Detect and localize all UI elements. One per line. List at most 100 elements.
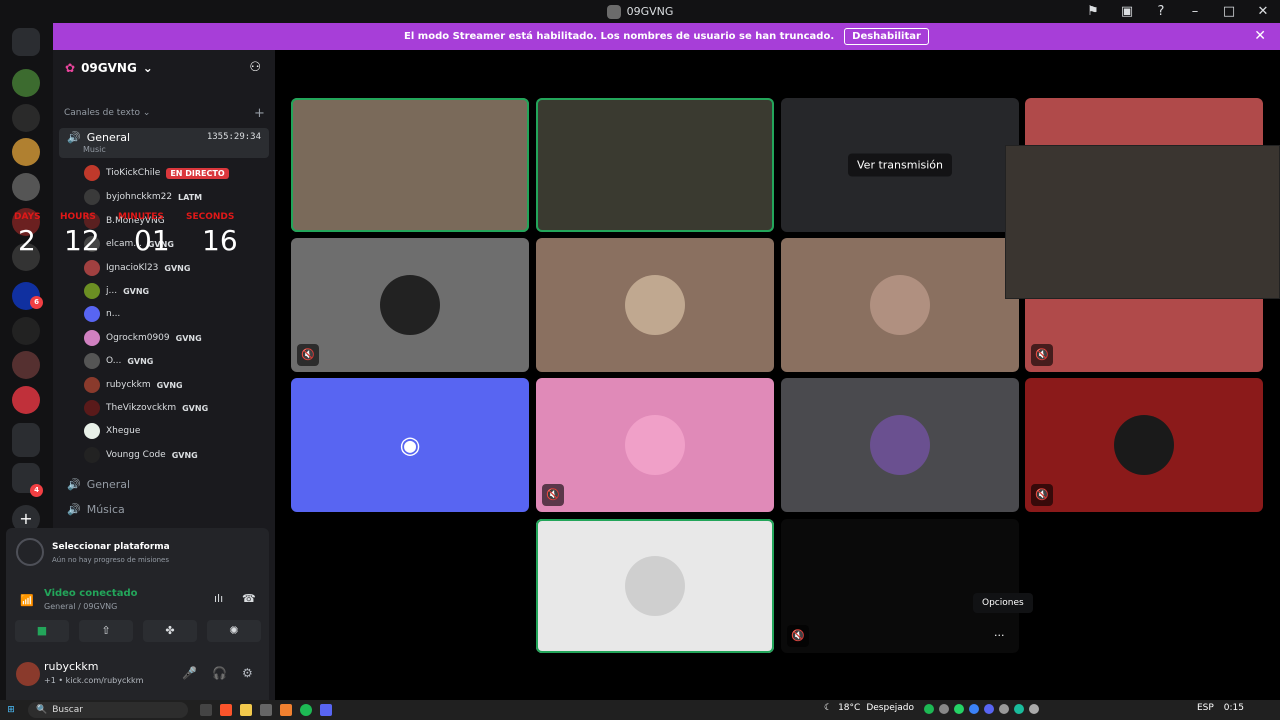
voice-member[interactable]: O... GVNG [84, 350, 272, 372]
more-options-icon[interactable]: ··· [994, 629, 1005, 642]
avatar[interactable] [16, 662, 40, 686]
voice-channel-general[interactable]: 🔊 General 1355:29:34 Music [59, 128, 269, 158]
picture-in-picture-video[interactable] [1005, 145, 1280, 299]
voice-member[interactable]: Ogrockm0909 GVNG [84, 327, 272, 349]
server-icon[interactable] [12, 173, 40, 201]
moon-icon: ☾ [824, 703, 833, 713]
video-tile[interactable] [536, 519, 774, 653]
server-badge-icon: ✿ [65, 61, 76, 75]
voice-member[interactable]: TioKickChile EN DIRECTO [84, 162, 272, 184]
tray-icon[interactable] [969, 704, 979, 714]
server-folder[interactable] [12, 423, 40, 457]
system-clock[interactable]: ESP 0:15 [1197, 703, 1244, 713]
invite-icon[interactable]: ⚇ [249, 60, 261, 75]
server-icon[interactable] [12, 351, 40, 379]
add-channel-icon[interactable]: + [254, 106, 265, 121]
video-tile[interactable] [781, 378, 1019, 512]
app-icon[interactable] [280, 704, 292, 716]
screen-share-button[interactable]: ⇧ [79, 620, 133, 642]
spotify-icon[interactable] [300, 704, 312, 716]
deafened-icon: 🔇 [1031, 344, 1053, 366]
tray-icon[interactable] [954, 704, 964, 714]
avatar [625, 275, 685, 335]
avatar [84, 447, 100, 463]
voice-member[interactable]: TheVikzovckkm GVNG [84, 397, 272, 419]
server-name: 09GVNG [81, 61, 137, 75]
avatar [625, 556, 685, 616]
microphone-icon[interactable]: 🎤 [182, 666, 197, 680]
avatar [84, 377, 100, 393]
server-icon[interactable] [12, 386, 40, 414]
brave-icon[interactable] [220, 704, 232, 716]
video-tile[interactable]: 🔇 [536, 378, 774, 512]
voice-member[interactable]: byjohnckkm22 LATM [84, 186, 272, 208]
server-icon[interactable] [12, 317, 40, 345]
voice-member[interactable]: elcam... GVNG [84, 233, 272, 255]
watch-stream-button[interactable]: Ver transmisión [848, 153, 952, 177]
voice-member[interactable]: B.MoneyVNG [84, 210, 272, 232]
stream-tile[interactable]: Ver transmisión [781, 98, 1019, 232]
discord-icon[interactable] [320, 704, 332, 716]
server-header[interactable]: ✿ 09GVNG ⌄ ⚇ [53, 50, 275, 86]
tray-icon[interactable] [1014, 704, 1024, 714]
server-icon[interactable] [12, 138, 40, 166]
help-icon[interactable]: ? [1144, 4, 1178, 19]
maximize-button[interactable]: □ [1212, 4, 1246, 19]
avatar [84, 165, 100, 181]
voice-member[interactable]: Xhegue [84, 420, 272, 442]
video-tile[interactable]: 🔇 [291, 238, 529, 372]
taskbar-search[interactable]: 🔍 Buscar [28, 702, 188, 718]
disconnect-icon[interactable]: ☎ [242, 592, 256, 605]
soundboard-button[interactable]: ✺ [207, 620, 261, 642]
video-tile[interactable] [781, 238, 1019, 372]
minimize-button[interactable]: – [1178, 4, 1212, 19]
video-tile[interactable] [291, 98, 529, 232]
server-icon[interactable] [12, 69, 40, 97]
noise-suppression-icon[interactable]: ılı [214, 592, 223, 605]
voice-member[interactable]: j... GVNG [84, 280, 272, 302]
inbox-icon[interactable]: ⚑ [1076, 4, 1110, 19]
channel-activity: Music [83, 145, 106, 154]
quest-panel[interactable]: Seleccionar plataforma Aún no hay progre… [6, 528, 269, 578]
tray-icon[interactable] [999, 704, 1009, 714]
gear-icon[interactable]: ⚙ [242, 666, 253, 680]
home-icon[interactable] [12, 28, 40, 56]
camera-button[interactable]: ■ [15, 620, 69, 642]
server-icon[interactable] [12, 243, 40, 271]
headphones-icon[interactable]: 🎧 [212, 666, 227, 680]
tray-icon[interactable] [984, 704, 994, 714]
close-button[interactable]: ✕ [1246, 4, 1280, 19]
tray-icon[interactable] [939, 704, 949, 714]
tray-icon[interactable] [1029, 704, 1039, 714]
voice-member[interactable]: n... [84, 303, 272, 325]
avatar [84, 353, 100, 369]
voice-location[interactable]: General / 09GVNG [44, 602, 117, 611]
member-name: Ogrockm0909 [106, 333, 170, 343]
close-banner-icon[interactable]: ✕ [1254, 28, 1266, 44]
member-tag: GVNG [156, 380, 183, 390]
windows-start-icon[interactable]: ⊞ [0, 705, 22, 715]
video-tile[interactable]: 🔇 [1025, 378, 1263, 512]
weather-widget[interactable]: ☾ 18°C Despejado [824, 703, 914, 713]
task-view-icon[interactable] [200, 704, 212, 716]
voice-channel-general-2[interactable]: 🔊 General [59, 473, 269, 495]
avatar [870, 275, 930, 335]
video-tile[interactable]: 🔇 [781, 519, 1019, 653]
tray-icon[interactable] [924, 704, 934, 714]
voice-channel-musica[interactable]: 🔊 Música [59, 498, 269, 520]
server-icon[interactable] [12, 104, 40, 132]
video-tile[interactable] [536, 238, 774, 372]
discord-logo-icon: ◉ [399, 431, 421, 459]
server-icon[interactable] [12, 208, 40, 236]
disable-streamer-button[interactable]: Deshabilitar [844, 28, 929, 45]
video-tile[interactable] [536, 98, 774, 232]
voice-member[interactable]: rubyckkm GVNG [84, 374, 272, 396]
folder-icon[interactable] [240, 704, 252, 716]
screen-icon[interactable]: ▣ [1110, 4, 1144, 19]
video-tile[interactable]: ◉ [291, 378, 529, 512]
voice-member[interactable]: Voungg Code GVNG [84, 444, 272, 466]
activities-button[interactable]: ✤ [143, 620, 197, 642]
app-icon[interactable] [260, 704, 272, 716]
text-channels-section[interactable]: Canales de texto ⌄ + [64, 106, 265, 121]
voice-member[interactable]: IgnacioKl23 GVNG [84, 257, 272, 279]
